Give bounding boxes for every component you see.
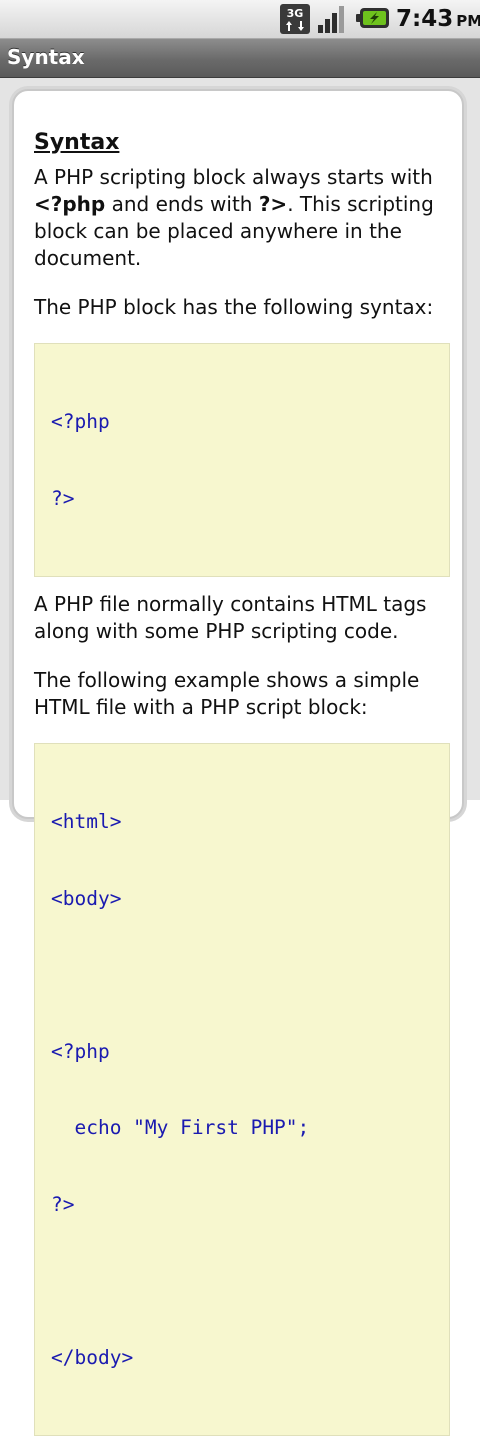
signal-strength-icon [318,6,344,33]
intro-text-2: and ends with [105,192,259,216]
code-line: <?php [51,410,110,433]
section-heading: Syntax [34,130,120,155]
intro-paragraph: A PHP scripting block always starts with… [34,164,452,272]
clock: 7:43 PM [396,5,480,35]
code-line: <body> [51,886,122,910]
php-close-tag: ?> [258,192,288,216]
page-title: Syntax [7,45,85,69]
clock-ampm: PM [456,12,480,30]
network-type-label: 3G [287,7,304,20]
3g-data-icon: 3G [280,4,310,34]
code-block-syntax: <?php ?> [34,343,450,577]
title-bar: Syntax [0,39,480,78]
clock-time: 7:43 [396,6,454,32]
html-tags-paragraph: A PHP file normally contains HTML tags a… [34,592,427,643]
content-card: Syntax A PHP scripting block always star… [12,89,464,1436]
code-line: </body> [51,1345,134,1369]
code-line: ?> [51,1192,75,1216]
syntax-paragraph: The PHP block has the following syntax: [34,295,434,319]
code-block-example: <html> <body> <?php echo "My First PHP";… [34,743,450,1436]
code-line: <html> [51,810,122,833]
battery-charging-icon [356,8,389,28]
code-line: <?php [51,1039,110,1063]
intro-text-1: A PHP scripting block always starts with [34,165,433,189]
example-paragraph: The following example shows a simple HTM… [34,668,420,719]
code-line: ?> [51,486,75,510]
status-bar: 3G 7:43 PM [0,0,480,39]
card-body: Syntax A PHP scripting block always star… [34,129,452,1436]
php-open-tag: <?php [34,192,106,216]
code-line: echo "My First PHP"; [51,1116,310,1139]
